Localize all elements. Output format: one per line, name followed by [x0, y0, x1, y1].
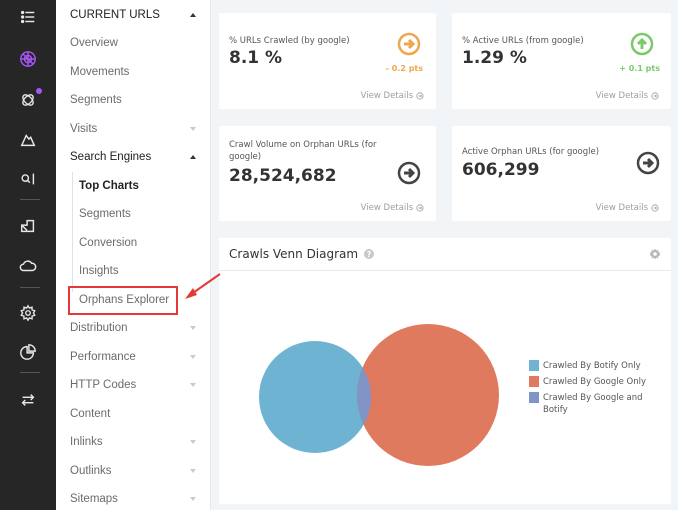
legend-swatch	[529, 392, 539, 403]
nav-subitem-insights[interactable]: Insights	[79, 261, 196, 281]
circle-arrow-icon	[651, 92, 659, 100]
legend-swatch	[529, 376, 539, 387]
venn-circle-botify[interactable]	[259, 341, 371, 453]
help-icon[interactable]: ?	[364, 249, 375, 259]
nav-item-distribution[interactable]: Distribution	[70, 318, 196, 338]
nav-item-visits[interactable]: Visits	[70, 119, 196, 139]
expand-caret-icon	[190, 326, 196, 330]
nav-item-segments[interactable]: Segments	[70, 90, 196, 110]
legend-item-both[interactable]: Crawled By Google and Botify	[529, 392, 647, 416]
rail-divider	[20, 372, 40, 373]
notification-dot	[36, 88, 42, 94]
kpi-label: % URLs Crawled (by google)	[229, 36, 350, 46]
section-nav: CURRENT URLS Overview Movements Segments…	[56, 0, 211, 510]
nav-section-current-urls[interactable]: CURRENT URLS	[70, 5, 196, 25]
legend-item-google-only[interactable]: Crawled By Google Only	[529, 376, 647, 388]
circle-arrow-icon	[651, 204, 659, 212]
settings-gear-icon[interactable]	[649, 248, 661, 260]
view-details-link[interactable]: View Details	[361, 91, 424, 101]
legend-swatch	[529, 360, 539, 371]
kpi-label: Active Orphan URLs (for google)	[462, 147, 600, 157]
expand-caret-icon	[190, 469, 196, 473]
app-root: CURRENT URLS Overview Movements Segments…	[0, 0, 678, 510]
view-details-link[interactable]: View Details	[596, 203, 659, 213]
integrations-icon[interactable]	[0, 86, 56, 114]
kpi-label: Crawl Volume on Orphan URLs (for google)	[229, 140, 377, 162]
kpi-value: 606,299	[462, 160, 540, 180]
kpi-delta: - 0.2 pts	[385, 64, 423, 73]
arrow-right-circle-icon	[397, 161, 421, 185]
venn-card-header: Crawls Venn Diagram ?	[219, 238, 671, 271]
kpi-value: 28,524,682	[229, 166, 337, 186]
venn-circle-google[interactable]	[357, 324, 499, 466]
radar-icon[interactable]	[0, 45, 56, 73]
menu-list-icon[interactable]	[0, 3, 56, 31]
pie-chart-icon[interactable]	[0, 338, 56, 366]
kpi-card-active-urls: % Active URLs (from google) 1.29 % + 0.1…	[452, 13, 671, 109]
gear-icon[interactable]	[0, 299, 56, 327]
nav-subitem-top-charts[interactable]: Top Charts	[79, 176, 196, 196]
kpi-value: 1.29 %	[462, 48, 527, 68]
kpi-card-urls-crawled: % URLs Crawled (by google) 8.1 % - 0.2 p…	[219, 13, 436, 109]
nav-item-content[interactable]: Content	[70, 404, 196, 424]
collapse-caret-icon	[190, 13, 196, 17]
kpi-card-active-orphans: Active Orphan URLs (for google) 606,299 …	[452, 126, 671, 221]
expand-caret-icon	[190, 355, 196, 359]
mountain-icon[interactable]	[0, 126, 56, 154]
view-details-link[interactable]: View Details	[596, 91, 659, 101]
circle-arrow-icon	[416, 204, 424, 212]
nav-item-sitemaps[interactable]: Sitemaps	[70, 489, 196, 509]
view-details-link[interactable]: View Details	[361, 203, 424, 213]
kpi-delta: + 0.1 pts	[619, 64, 660, 73]
nav-item-http-codes[interactable]: HTTP Codes	[70, 375, 196, 395]
nav-item-search-engines[interactable]: Search Engines	[70, 147, 196, 167]
nav-item-inlinks[interactable]: Inlinks	[70, 432, 196, 452]
expand-caret-icon	[190, 127, 196, 131]
kpi-label: % Active URLs (from google)	[462, 36, 584, 46]
arrow-right-circle-icon	[636, 151, 660, 175]
venn-diagram-card: Crawls Venn Diagram ? Crawled By Botify …	[219, 238, 671, 504]
circle-arrow-icon	[416, 92, 424, 100]
rail-divider	[20, 287, 40, 288]
annotation-highlight-box	[68, 286, 178, 315]
cloud-icon[interactable]	[0, 252, 56, 280]
search-cursor-icon[interactable]	[0, 165, 56, 193]
nav-item-movements[interactable]: Movements	[70, 62, 196, 82]
nav-subitem-segments[interactable]: Segments	[79, 204, 196, 224]
nav-subitem-conversion[interactable]: Conversion	[79, 233, 196, 253]
legend-item-botify-only[interactable]: Crawled By Botify Only	[529, 360, 647, 372]
venn-title: Crawls Venn Diagram	[229, 247, 359, 261]
rail-divider	[20, 199, 40, 200]
nav-item-performance[interactable]: Performance	[70, 347, 196, 367]
arrow-right-circle-icon	[397, 32, 421, 56]
expand-caret-icon	[190, 440, 196, 444]
nav-item-overview[interactable]: Overview	[70, 33, 196, 53]
venn-legend: Crawled By Botify Only Crawled By Google…	[529, 360, 647, 420]
expand-caret-icon	[190, 383, 196, 387]
collapse-caret-icon	[190, 155, 196, 159]
kpi-card-crawl-volume-orphans: Crawl Volume on Orphan URLs (for google)…	[219, 126, 436, 221]
venn-diagram	[259, 324, 499, 466]
icon-rail	[0, 0, 56, 510]
nav-item-outlinks[interactable]: Outlinks	[70, 461, 196, 481]
submenu-guide-line	[72, 172, 73, 292]
arrow-up-circle-icon	[630, 32, 654, 56]
swap-arrows-icon[interactable]	[0, 386, 56, 414]
kpi-value: 8.1 %	[229, 48, 283, 68]
expand-caret-icon	[190, 497, 196, 501]
resize-icon[interactable]	[0, 212, 56, 240]
